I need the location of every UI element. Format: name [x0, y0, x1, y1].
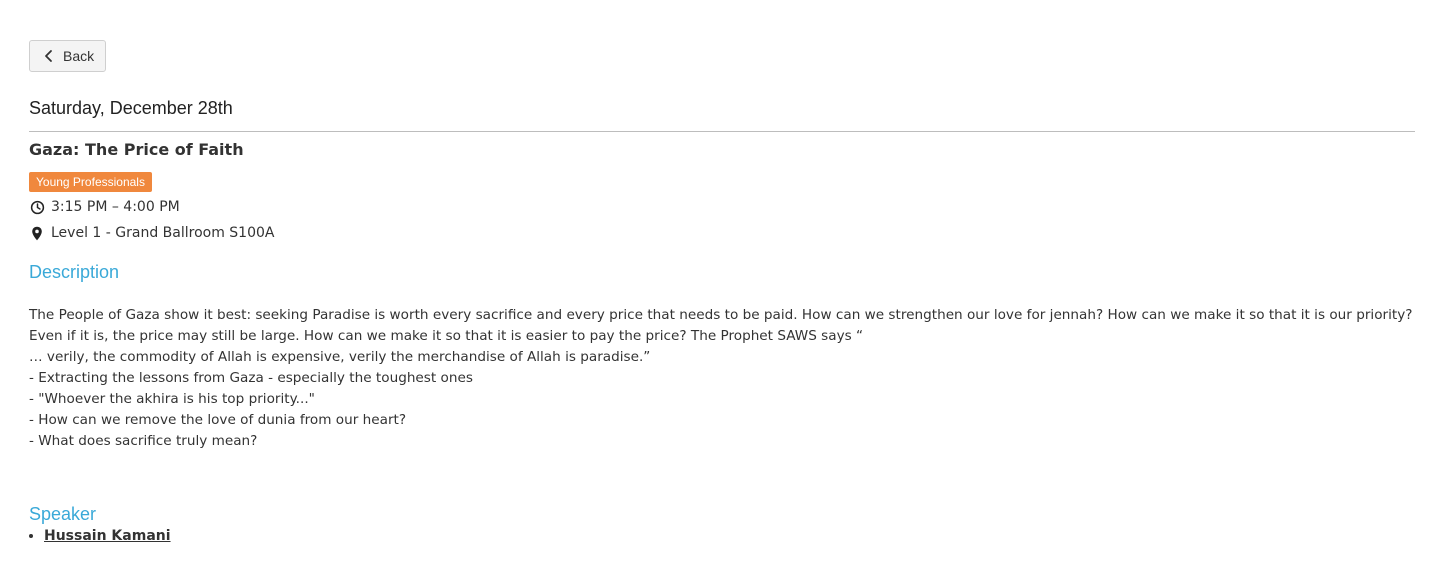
map-pin-icon	[29, 225, 45, 241]
chevron-left-icon	[43, 49, 55, 63]
description-line: The People of Gaza show it best: seeking…	[29, 307, 1413, 344]
back-button[interactable]: Back	[29, 40, 107, 72]
clock-icon	[29, 199, 45, 215]
speaker-list: Hussain Kamani	[29, 528, 171, 544]
description-line: … verily, the commodity of Allah is expe…	[29, 349, 651, 365]
session-detail-page: Back Saturday, December 28th Gaza: The P…	[29, 40, 1415, 544]
description-line: - What does sacrifice truly mean?	[29, 433, 258, 449]
speaker-heading: Speaker	[29, 504, 97, 524]
description-line: - "Whoever the akhira is his top priorit…	[29, 391, 315, 407]
description-line: - How can we remove the love of dunia fr…	[29, 412, 407, 428]
description-body: The People of Gaza show it best: seeking…	[29, 305, 1419, 452]
description-line: - Extracting the lessons from Gaza - esp…	[29, 370, 473, 386]
divider	[29, 131, 1415, 132]
day-heading: Saturday, December 28th	[29, 98, 233, 118]
back-button-label: Back	[63, 48, 95, 64]
list-item: Hussain Kamani	[44, 528, 171, 544]
session-location: Level 1 - Grand Ballroom S100A	[29, 225, 274, 241]
track-badge: Young Professionals	[29, 172, 152, 192]
session-location-text: Level 1 - Grand Ballroom S100A	[51, 225, 275, 241]
session-time: 3:15 PM – 4:00 PM	[29, 199, 180, 215]
speaker-link[interactable]: Hussain Kamani	[44, 528, 171, 544]
session-time-text: 3:15 PM – 4:00 PM	[51, 199, 180, 215]
session-title: Gaza: The Price of Faith	[29, 140, 244, 159]
description-heading: Description	[29, 262, 120, 282]
